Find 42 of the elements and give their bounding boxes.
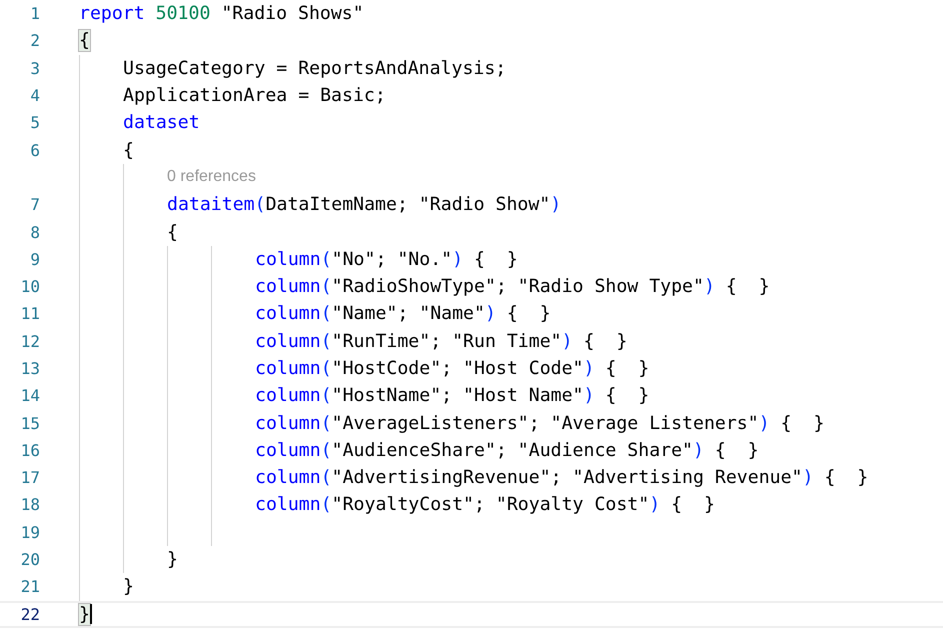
line-number: 2 — [29, 31, 40, 50]
code-line: } — [123, 575, 134, 600]
code-line: column("AverageListeners"; "Average Listeners") { } — [255, 412, 824, 436]
line-number: 7 — [29, 195, 40, 214]
line-number: 20 — [20, 550, 40, 570]
line-number: 15 — [20, 414, 40, 433]
code-line: dataset — [123, 111, 200, 136]
line-number: 9 — [29, 250, 40, 269]
references-link[interactable]: 0 references — [167, 164, 256, 192]
line-number: 10 — [20, 277, 40, 296]
line-number: 11 — [20, 304, 40, 324]
line-number: 18 — [20, 495, 40, 514]
line-number: 22 — [20, 604, 40, 624]
line-number: 19 — [20, 522, 40, 542]
code-line: column("RoyaltyCost"; "Royalty Cost") { } — [255, 493, 715, 518]
line-number: 5 — [29, 113, 40, 132]
line-number: 14 — [20, 386, 40, 406]
code-line: column("RunTime"; "Run Time") { } — [255, 330, 628, 354]
code-line: column("No"; "No.") { } — [255, 248, 518, 272]
code-line: column("AudienceShare"; "Audience Share") { } — [255, 438, 759, 463]
line-number: 13 — [20, 359, 40, 378]
line-number: 17 — [20, 468, 40, 488]
code-line: column("RadioShowType"; "Radio Show Type") { } — [255, 275, 770, 300]
line-number: 21 — [20, 577, 40, 596]
code-line: column("AdvertisingRevenue"; "Advertising Revenue") { } — [255, 466, 868, 490]
line-number: 4 — [29, 86, 40, 106]
code-line: UsageCategory = ReportsAndAnalysis; — [123, 56, 506, 81]
code-line: } — [167, 548, 178, 572]
line-number: 1 — [29, 4, 40, 24]
code-line: { — [167, 220, 178, 245]
code-line: { — [123, 138, 134, 163]
code-line: ApplicationArea = Basic; — [123, 84, 386, 108]
code-line: column("Name"; "Name") { } — [255, 302, 551, 326]
code-line: report 50100 "Radio Shows" — [79, 2, 364, 26]
code-line: column("HostCode"; "Host Code") { } — [255, 357, 650, 381]
code-line: column("HostName"; "Host Name") { } — [255, 384, 650, 408]
line-number: 12 — [20, 332, 40, 351]
line-number: 6 — [29, 140, 40, 160]
line-number: 16 — [20, 440, 40, 460]
line-number: 3 — [29, 58, 40, 78]
code-line: dataitem(DataItemName; "Radio Show") — [167, 193, 562, 218]
line-number: 8 — [29, 222, 40, 242]
